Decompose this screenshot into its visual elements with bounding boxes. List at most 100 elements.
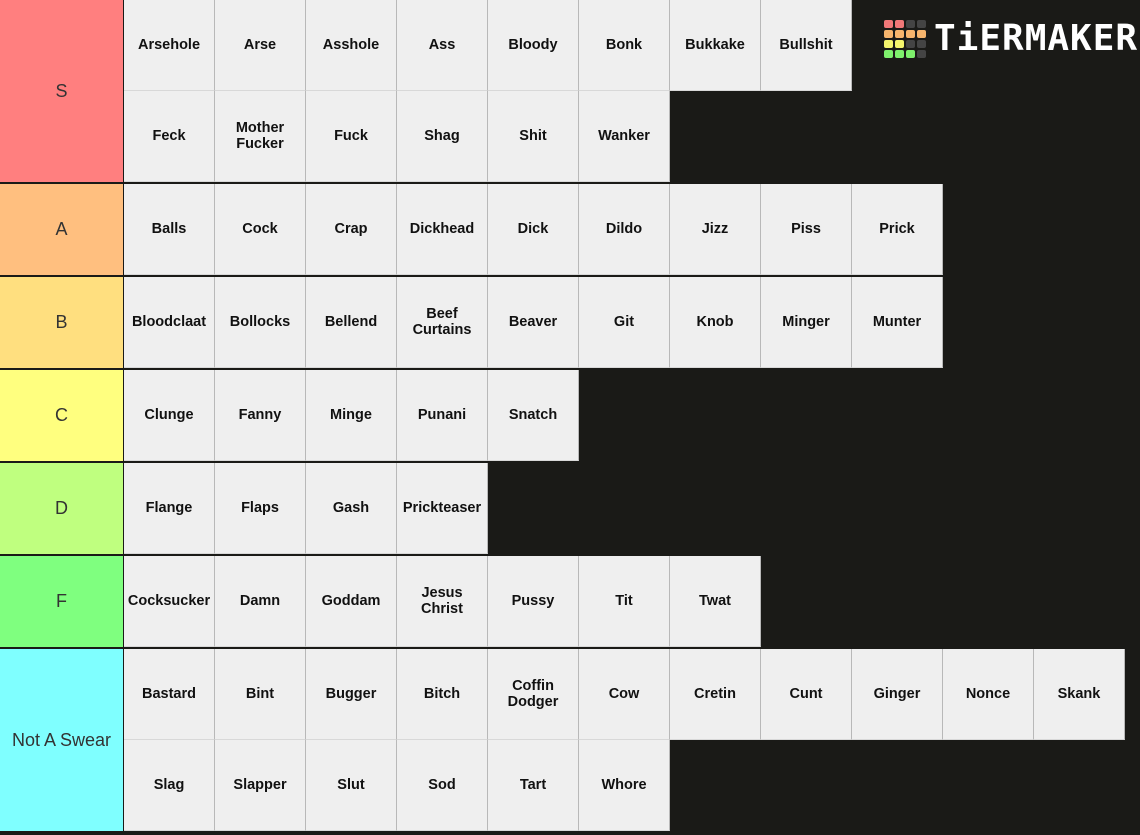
logo-grid-cell <box>906 29 915 38</box>
tier-item[interactable]: Slut <box>306 740 397 831</box>
tier-row: Not A Swear Bastard Bint Bugger Bitch Coffin … <box>0 649 1140 833</box>
tier-label[interactable]: A <box>0 184 124 275</box>
tier-label[interactable]: S <box>0 0 124 182</box>
logo-grid-cell <box>906 49 915 58</box>
tier-item[interactable]: Beef Curtains <box>397 277 488 368</box>
tier-item[interactable]: Dick <box>488 184 579 275</box>
tier-item[interactable]: Fanny <box>215 370 306 461</box>
tier-item[interactable]: Mother Fucker <box>215 91 306 182</box>
tier-label[interactable]: D <box>0 463 124 554</box>
tier-item[interactable]: Git <box>579 277 670 368</box>
tier-item[interactable]: Whore <box>579 740 670 831</box>
tier-item[interactable]: Minge <box>306 370 397 461</box>
tier-item[interactable]: Nonce <box>943 649 1034 740</box>
tier-item[interactable]: Sod <box>397 740 488 831</box>
tier-item[interactable]: Prickteaser <box>397 463 488 554</box>
tier-item[interactable]: Prick <box>852 184 943 275</box>
logo-grid-cell <box>906 39 915 48</box>
tier-item[interactable]: Cocksucker <box>124 556 215 647</box>
tier-item[interactable]: Bloodclaat <box>124 277 215 368</box>
logo-grid-cell <box>895 29 904 38</box>
tier-items-container: Cocksucker Damn Goddam Jesus Christ Pussy Tit… <box>124 556 1140 647</box>
tier-item[interactable]: Bollocks <box>215 277 306 368</box>
tier-item[interactable]: Jizz <box>670 184 761 275</box>
tier-label[interactable]: Not A Swear <box>0 649 124 831</box>
tier-item[interactable]: Tart <box>488 740 579 831</box>
tier-item[interactable]: Shag <box>397 91 488 182</box>
tier-item[interactable]: Knob <box>670 277 761 368</box>
tier-item[interactable]: Flange <box>124 463 215 554</box>
tier-item[interactable]: Cunt <box>761 649 852 740</box>
tier-item[interactable]: Arsehole <box>124 0 215 91</box>
logo-grid-cell <box>884 29 893 38</box>
tier-row: C Clunge Fanny Minge Punani Snatch <box>0 370 1140 463</box>
tier-item[interactable]: Jesus Christ <box>397 556 488 647</box>
tier-label[interactable]: C <box>0 370 124 461</box>
tier-list: S Arsehole Arse Asshole Ass Bloody Bonk Bukkake… <box>0 0 1140 833</box>
tier-item[interactable]: Bellend <box>306 277 397 368</box>
tier-list-board: S Arsehole Arse Asshole Ass Bloody Bonk Bukkake… <box>0 0 1140 835</box>
tier-item[interactable]: Fuck <box>306 91 397 182</box>
tier-items-container: Bastard Bint Bugger Bitch Coffin Dodger Cow Cr… <box>124 649 1140 831</box>
tier-item[interactable]: Cock <box>215 184 306 275</box>
tier-item[interactable]: Tit <box>579 556 670 647</box>
tier-item[interactable]: Minger <box>761 277 852 368</box>
tier-item[interactable]: Ass <box>397 0 488 91</box>
tier-item[interactable]: Bint <box>215 649 306 740</box>
tier-item[interactable]: Twat <box>670 556 761 647</box>
tier-item[interactable]: Flaps <box>215 463 306 554</box>
tier-item[interactable]: Bonk <box>579 0 670 91</box>
tier-item[interactable]: Cretin <box>670 649 761 740</box>
tier-item[interactable]: Bitch <box>397 649 488 740</box>
tier-item[interactable]: Arse <box>215 0 306 91</box>
tier-item[interactable]: Bastard <box>124 649 215 740</box>
tier-items-container: Flange Flaps Gash Prickteaser <box>124 463 1140 554</box>
tier-item[interactable]: Wanker <box>579 91 670 182</box>
tier-item[interactable]: Skank <box>1034 649 1125 740</box>
tier-row: B Bloodclaat Bollocks Bellend Beef Curtains B… <box>0 277 1140 370</box>
logo-grid-cell <box>917 39 926 48</box>
logo-grid-cell <box>895 19 904 28</box>
tier-row: A Balls Cock Crap Dickhead Dick Dildo Jizz Piss P… <box>0 184 1140 277</box>
tier-label[interactable]: B <box>0 277 124 368</box>
tier-row: F Cocksucker Damn Goddam Jesus Christ Pussy Ti… <box>0 556 1140 649</box>
tier-item[interactable]: Munter <box>852 277 943 368</box>
logo-grid-cell <box>884 19 893 28</box>
tier-item[interactable]: Goddam <box>306 556 397 647</box>
tier-items-container: Clunge Fanny Minge Punani Snatch <box>124 370 1140 461</box>
logo-grid-cell <box>895 39 904 48</box>
tier-item[interactable]: Punani <box>397 370 488 461</box>
logo-grid-cell <box>884 39 893 48</box>
tier-item[interactable]: Asshole <box>306 0 397 91</box>
tiermaker-logo-text: TiERMAKER <box>934 18 1139 59</box>
tier-item[interactable]: Bloody <box>488 0 579 91</box>
tier-item[interactable]: Clunge <box>124 370 215 461</box>
logo-grid-cell <box>884 49 893 58</box>
tier-items-container: Bloodclaat Bollocks Bellend Beef Curtains Be… <box>124 277 1140 368</box>
tier-item[interactable]: Snatch <box>488 370 579 461</box>
tier-item[interactable]: Slapper <box>215 740 306 831</box>
tier-items-container: Balls Cock Crap Dickhead Dick Dildo Jizz Piss Pr… <box>124 184 1140 275</box>
tier-label[interactable]: F <box>0 556 124 647</box>
tier-item[interactable]: Dildo <box>579 184 670 275</box>
tier-item[interactable]: Balls <box>124 184 215 275</box>
tier-item[interactable]: Pussy <box>488 556 579 647</box>
tier-item[interactable]: Piss <box>761 184 852 275</box>
tier-item[interactable]: Dickhead <box>397 184 488 275</box>
tier-item[interactable]: Slag <box>124 740 215 831</box>
tier-item[interactable]: Bullshit <box>761 0 852 91</box>
tier-item[interactable]: Crap <box>306 184 397 275</box>
tier-item[interactable]: Bugger <box>306 649 397 740</box>
tier-item[interactable]: Bukkake <box>670 0 761 91</box>
tier-item[interactable]: Ginger <box>852 649 943 740</box>
tier-item[interactable]: Coffin Dodger <box>488 649 579 740</box>
tiermaker-grid-icon <box>884 19 926 58</box>
tier-item[interactable]: Shit <box>488 91 579 182</box>
logo-grid-cell <box>917 29 926 38</box>
tier-item[interactable]: Damn <box>215 556 306 647</box>
tier-row: D Flange Flaps Gash Prickteaser <box>0 463 1140 556</box>
tier-item[interactable]: Cow <box>579 649 670 740</box>
tier-item[interactable]: Feck <box>124 91 215 182</box>
tier-item[interactable]: Gash <box>306 463 397 554</box>
tier-item[interactable]: Beaver <box>488 277 579 368</box>
